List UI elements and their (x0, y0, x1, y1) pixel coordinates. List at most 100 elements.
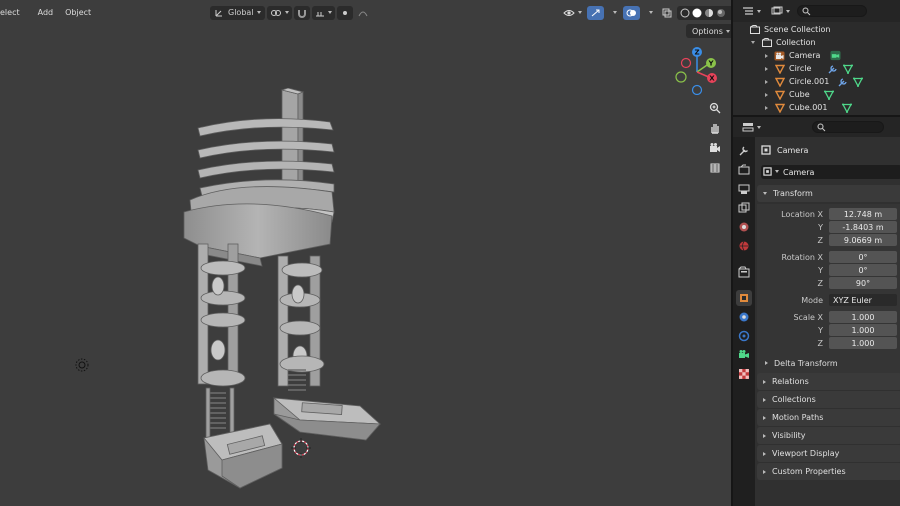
gizmo-neg-z-axis[interactable] (691, 84, 703, 95)
panel-viewport-display[interactable]: Viewport Display (757, 445, 900, 462)
outliner-editor-type[interactable] (739, 4, 764, 18)
tab-scene[interactable] (736, 219, 752, 235)
expand-arrow-icon[interactable] (765, 79, 768, 84)
menu-select[interactable]: elect (0, 8, 26, 17)
material-shading-icon[interactable] (704, 8, 714, 18)
chevron-down-icon (613, 11, 617, 14)
scale-z-field[interactable]: 1.000 (829, 337, 897, 349)
outliner-item-cube[interactable]: Cube (765, 88, 839, 101)
panel-collections[interactable]: Collections (757, 391, 900, 408)
snap-toggle[interactable] (293, 5, 310, 20)
outliner-search-input[interactable] (797, 5, 867, 17)
delta-transform-subpanel[interactable]: Delta Transform (765, 356, 838, 370)
panel-visibility[interactable]: Visibility (757, 427, 900, 444)
orientation-dropdown[interactable]: Global (210, 5, 265, 20)
perspective-toggle-tool[interactable] (707, 160, 723, 176)
light-object-icon[interactable] (74, 357, 90, 373)
tab-output[interactable] (736, 181, 752, 197)
expand-arrow-icon[interactable] (765, 105, 768, 110)
tab-world[interactable] (736, 238, 752, 254)
outliner-item-camera[interactable]: Camera (765, 49, 845, 62)
mesh-data-icon[interactable] (841, 103, 852, 113)
falloff-dropdown[interactable] (355, 6, 371, 20)
wireframe-shading-icon[interactable] (680, 8, 690, 18)
wrench-modifier-icon[interactable] (827, 64, 838, 74)
overlays-toggle[interactable] (623, 5, 640, 20)
expand-arrow-icon[interactable] (765, 66, 768, 71)
proportional-edit-toggle[interactable] (336, 5, 353, 20)
collection-label: Collection (776, 38, 816, 47)
chevron-down-icon (578, 11, 582, 14)
location-z-field[interactable]: 9.0669 m (829, 234, 897, 246)
tab-view-layer[interactable] (736, 200, 752, 216)
location-x-row: Location X 12.748 m (757, 208, 900, 220)
tab-physics[interactable] (736, 328, 752, 344)
context-object-name: Camera (777, 145, 809, 155)
location-y-field[interactable]: -1.8403 m (829, 221, 897, 233)
outliner-item-circle-001[interactable]: Circle.001 (765, 75, 867, 88)
location-x-field[interactable]: 12.748 m (829, 208, 897, 220)
gizmo-neg-x-axis[interactable] (680, 57, 692, 69)
panel-transform-header[interactable]: Transform (757, 185, 900, 202)
wrench-modifier-icon[interactable] (837, 77, 848, 87)
tab-texture[interactable] (736, 366, 752, 382)
object-type-dropdown[interactable] (763, 167, 779, 176)
gizmo-dropdown[interactable] (606, 6, 621, 20)
tab-tool[interactable] (736, 143, 752, 159)
view-layer-icon (738, 202, 750, 213)
rotation-x-field[interactable]: 0° (829, 251, 897, 263)
tab-collection[interactable] (736, 264, 752, 280)
gizmo-toggle[interactable] (587, 5, 604, 20)
navigation-gizmo[interactable]: Z Y X (672, 45, 722, 95)
snap-target-dropdown[interactable] (311, 5, 335, 20)
menu-object[interactable]: Object (59, 8, 97, 17)
expand-arrow-icon[interactable] (765, 92, 768, 97)
tab-object[interactable] (736, 290, 752, 306)
display-mode-dropdown[interactable] (768, 4, 793, 18)
solid-shading-icon[interactable] (692, 8, 702, 18)
expand-arrow-icon (763, 379, 766, 384)
camera-data-icon[interactable] (830, 50, 841, 61)
xray-toggle[interactable] (659, 6, 675, 20)
panel-motion-paths[interactable]: Motion Paths (757, 409, 900, 426)
camera-view-tool[interactable] (707, 140, 723, 156)
menu-add[interactable]: Add (26, 8, 60, 17)
blender-window: elect Add Object Global Options Z Y X Sc… (0, 0, 900, 506)
visibility-dropdown[interactable] (560, 6, 585, 20)
outliner-item-cube-001[interactable]: Cube.001 (765, 101, 856, 114)
options-dropdown[interactable]: Options (686, 24, 731, 38)
zoom-tool[interactable] (707, 100, 723, 116)
wrench-icon (739, 312, 749, 322)
mesh-data-icon[interactable] (852, 77, 863, 87)
collection-row[interactable]: Collection (751, 36, 816, 49)
outliner-item-circle[interactable]: Circle (765, 62, 857, 75)
3d-viewport[interactable]: elect Add Object Global Options Z Y X (0, 0, 731, 506)
panel-relations[interactable]: Relations (757, 373, 900, 390)
rotation-mode-dropdown[interactable]: XYZ Euler (829, 294, 897, 306)
mesh-data-icon[interactable] (824, 90, 835, 100)
expand-arrow-icon[interactable] (765, 53, 768, 58)
overlays-dropdown[interactable] (642, 6, 657, 20)
panel-custom-properties[interactable]: Custom Properties (757, 463, 900, 480)
pivot-dropdown[interactable] (266, 5, 292, 20)
properties-search-input[interactable] (812, 121, 884, 133)
scene-collection-row[interactable]: Scene Collection (749, 23, 831, 36)
scale-y-field[interactable]: 1.000 (829, 324, 897, 336)
tab-render[interactable] (736, 162, 752, 178)
object-name-field[interactable]: Camera (761, 165, 900, 179)
gizmo-neg-y-axis[interactable] (675, 71, 687, 83)
rotation-z-field[interactable]: 90° (829, 277, 897, 289)
expand-arrow-icon[interactable] (751, 41, 755, 44)
scale-x-field[interactable]: 1.000 (829, 311, 897, 323)
rendered-shading-icon[interactable] (716, 8, 726, 18)
rotation-y-field[interactable]: 0° (829, 264, 897, 276)
exoskeleton-model[interactable] (170, 88, 400, 503)
chevron-down-icon (757, 125, 761, 129)
mesh-data-icon[interactable] (842, 64, 853, 74)
panel-title: Relations (772, 377, 809, 386)
pan-tool[interactable] (707, 120, 723, 136)
tab-object-data[interactable] (736, 347, 752, 363)
tab-modifiers[interactable] (736, 309, 752, 325)
grid-icon (710, 163, 720, 173)
properties-editor-type[interactable] (739, 120, 764, 134)
